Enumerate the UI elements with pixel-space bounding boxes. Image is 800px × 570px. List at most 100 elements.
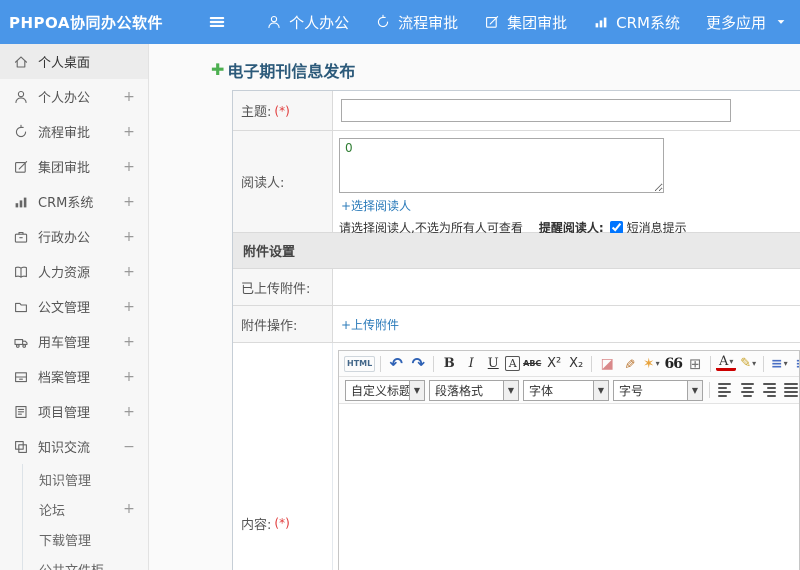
readers-textarea[interactable]: 0 — [339, 138, 664, 193]
select-label: 自定义标题 — [351, 383, 409, 398]
uploaded-attachments-row: 已上传附件: — [233, 269, 800, 306]
caret-down-icon[interactable]: ▼ — [593, 380, 608, 400]
superscript-button[interactable]: X² — [544, 354, 564, 374]
sidebar-subitem-public-file-cabinet[interactable]: 公共文件柜 — [23, 554, 148, 570]
expand-icon[interactable]: + — [122, 369, 136, 385]
unordered-list-button[interactable]: ≡ — [791, 354, 799, 374]
paragraph-format-select[interactable]: 段落格式 ▼ — [429, 379, 519, 401]
sidebar-item-admin-office[interactable]: 行政办公 + — [0, 219, 148, 254]
font-size-select[interactable]: 字号 ▼ — [613, 379, 703, 401]
html-source-button[interactable]: HTML — [344, 355, 376, 372]
sidebar-subitem-label: 下载管理 — [39, 533, 92, 549]
expand-icon[interactable]: + — [122, 404, 136, 420]
align-right-icon — [762, 382, 776, 398]
chart-icon — [13, 194, 29, 210]
redo-button[interactable]: ↷ — [408, 354, 428, 374]
font-border-button[interactable]: A — [505, 356, 521, 371]
topbar-nav: 个人办公 流程审批 集团审批 CRM系统 更多应用 — [253, 0, 800, 44]
sidebar: 个人桌面 个人办公 + 流程审批 + 集团审批 + CRM系统 + 行政办公 + 人力资源 + 公文管理 +… — [0, 44, 149, 570]
sidebar-item-label: 项目管理 — [38, 406, 91, 421]
upload-attachment-link[interactable]: +上传附件 — [341, 316, 399, 333]
expand-icon[interactable]: + — [122, 194, 136, 210]
sidebar-subitem-knowledge-management[interactable]: 知识管理 — [23, 464, 148, 494]
sidebar-item-label: 知识交流 — [38, 441, 91, 456]
paste-filter-button[interactable]: ⊞ — [685, 354, 705, 374]
content-row: 内容: (*) HTML↶↷BIUAABCX²X₂◪✎✶▾66⊞A▾✎▾≡▾≡ … — [233, 343, 800, 570]
expand-icon[interactable]: + — [122, 334, 136, 350]
align-justify-icon — [784, 382, 798, 398]
bold-button[interactable]: B — [439, 354, 459, 374]
expand-icon[interactable]: + — [122, 159, 136, 175]
sidebar-subitem-forum[interactable]: 论坛 + — [23, 494, 148, 524]
autotypeset-button[interactable]: ✶ ▾ — [641, 354, 661, 374]
expand-icon[interactable]: + — [122, 124, 136, 140]
expand-icon[interactable]: + — [122, 299, 136, 315]
topbar: PHPOA协同办公软件 个人办公 流程审批 集团审批 CRM系统 更多应用 — [0, 0, 800, 44]
expand-icon[interactable]: + — [122, 501, 136, 517]
sidebar-item-document-management[interactable]: 公文管理 + — [0, 289, 148, 324]
highlight-button[interactable]: ✎ ▾ — [738, 354, 758, 374]
topbar-nav-group-approval[interactable]: 集团审批 — [471, 0, 580, 44]
italic-button[interactable]: I — [461, 354, 481, 374]
sidebar-item-workflow-approval[interactable]: 流程审批 + — [0, 114, 148, 149]
toolbar-separator — [591, 355, 593, 372]
readers-label: 阅读人: — [241, 176, 285, 191]
ordered-list-button[interactable]: ≡ ▾ — [769, 354, 789, 374]
publish-form: 主题: (*) 阅读人: 0 +选择阅读人 请选择阅读人,不选为所有人可查看 提… — [232, 90, 800, 570]
nav-label: 集团审批 — [507, 13, 568, 32]
subscript-button[interactable]: X₂ — [566, 354, 586, 374]
workflow-icon — [13, 124, 29, 140]
topbar-nav-more-apps[interactable]: 更多应用 — [693, 0, 800, 44]
sidebar-item-archive-management[interactable]: 档案管理 + — [0, 359, 148, 394]
content-label: 内容: — [241, 517, 272, 533]
expand-icon[interactable]: + — [122, 229, 136, 245]
sidebar-item-personal-office[interactable]: 个人办公 + — [0, 79, 148, 114]
align-center-button[interactable] — [737, 380, 757, 400]
expand-icon[interactable]: + — [122, 89, 136, 105]
approval-icon — [484, 14, 500, 30]
align-left-button[interactable] — [715, 380, 735, 400]
sidebar-item-project-management[interactable]: 项目管理 + — [0, 394, 148, 429]
topbar-nav-personal-office[interactable]: 个人办公 — [253, 0, 362, 44]
sidebar-subitem-label: 论坛 — [39, 503, 66, 519]
topbar-nav-crm-system[interactable]: CRM系统 — [580, 0, 693, 44]
sidebar-item-label: 人力资源 — [38, 266, 91, 281]
subject-input[interactable] — [341, 99, 731, 122]
main-content: ✚ 电子期刊信息发布 主题: (*) 阅读人: 0 +选择阅读人 请选择阅读人,… — [149, 44, 800, 570]
workflow-icon — [375, 14, 391, 30]
menu-icon[interactable] — [195, 0, 239, 44]
custom-title-select[interactable]: 自定义标题 ▼ — [345, 379, 425, 401]
expand-icon[interactable]: + — [122, 264, 136, 280]
eraser-button[interactable]: ◪ — [597, 354, 617, 374]
sidebar-item-personal-desktop[interactable]: 个人桌面 — [0, 44, 148, 79]
font-family-select[interactable]: 字体 ▼ — [523, 379, 609, 401]
caret-down-icon[interactable]: ▼ — [503, 380, 518, 400]
caret-down-icon[interactable]: ▼ — [687, 380, 702, 400]
attachment-section-title: 附件设置 — [243, 245, 296, 260]
sidebar-item-group-approval[interactable]: 集团审批 + — [0, 149, 148, 184]
page-title: 电子期刊信息发布 — [227, 62, 356, 81]
topbar-nav-workflow-approval[interactable]: 流程审批 — [362, 0, 471, 44]
format-brush-button[interactable]: ✎ — [619, 354, 639, 374]
align-right-button[interactable] — [759, 380, 779, 400]
blockquote-button[interactable]: 66 — [663, 354, 683, 374]
toolbar-separator — [709, 382, 710, 398]
collapse-icon[interactable]: − — [122, 439, 136, 455]
undo-button[interactable]: ↶ — [386, 354, 406, 374]
align-justify-button[interactable] — [781, 380, 799, 400]
underline-button[interactable]: U — [483, 354, 503, 374]
sidebar-item-knowledge-exchange[interactable]: 知识交流 − — [0, 429, 148, 464]
sidebar-item-vehicle-management[interactable]: 用车管理 + — [0, 324, 148, 359]
sidebar-item-human-resources[interactable]: 人力资源 + — [0, 254, 148, 289]
caret-down-icon[interactable]: ▼ — [409, 380, 424, 400]
font-color-button[interactable]: A ▾ — [716, 355, 737, 371]
editor-content-area[interactable] — [339, 404, 799, 570]
user-icon — [13, 89, 29, 105]
required-mark: (*) — [274, 103, 290, 118]
sidebar-item-crm-system[interactable]: CRM系统 + — [0, 184, 148, 219]
sidebar-subitem-download-management[interactable]: 下载管理 — [23, 524, 148, 554]
caret-down-icon: ▾ — [783, 359, 788, 368]
sidebar-submenu-knowledge-exchange: 知识管理论坛 + 下载管理公共文件柜 — [22, 464, 148, 570]
strikethrough-button[interactable]: ABC — [522, 354, 542, 374]
select-readers-link[interactable]: +选择阅读人 — [341, 197, 411, 214]
